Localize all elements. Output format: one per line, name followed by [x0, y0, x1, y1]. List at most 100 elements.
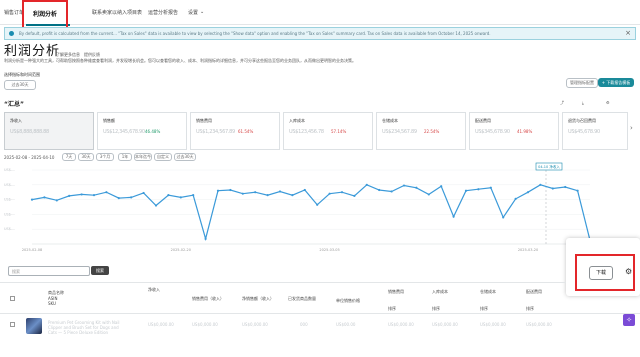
- data-point[interactable]: [43, 196, 46, 199]
- data-point[interactable]: [154, 204, 158, 207]
- col-sales-fee-rev[interactable]: 销售费用（收入）: [192, 296, 224, 302]
- data-point[interactable]: [452, 215, 455, 218]
- sort-label[interactable]: 排序: [480, 306, 488, 312]
- manage-metrics-button[interactable]: 管理指标配置: [566, 78, 598, 88]
- data-point[interactable]: [179, 196, 182, 199]
- data-point[interactable]: [502, 216, 505, 219]
- data-point[interactable]: [192, 194, 195, 197]
- data-point[interactable]: [266, 194, 269, 197]
- data-point[interactable]: [229, 188, 232, 192]
- metric-card-storage-cost[interactable]: 仓储成本 US$234,567.89 22.54%: [376, 112, 466, 150]
- data-point[interactable]: [216, 189, 220, 192]
- data-point[interactable]: [340, 191, 344, 194]
- data-point[interactable]: [80, 193, 83, 196]
- chevron-down-icon[interactable]: ⌄: [200, 9, 204, 15]
- nav-settings[interactable]: 设置: [188, 9, 198, 16]
- row-checkbox[interactable]: [10, 322, 15, 327]
- select-all-checkbox[interactable]: [10, 296, 15, 301]
- manage-metrics-label: 管理指标配置: [570, 80, 594, 85]
- data-point[interactable]: [316, 203, 319, 206]
- range-label: 7天: [65, 154, 73, 159]
- data-point[interactable]: [353, 194, 356, 197]
- data-point[interactable]: [551, 187, 554, 190]
- sort-label[interactable]: 排序: [388, 306, 396, 312]
- data-point[interactable]: [142, 191, 145, 195]
- nav-ops-report[interactable]: 运营分析报告: [148, 9, 178, 16]
- data-point[interactable]: [464, 189, 468, 192]
- metric-card-inbound-cost[interactable]: 入库成本 US$123,456.78 57.14%: [283, 112, 373, 150]
- col-sales-fees[interactable]: 销售费用: [388, 289, 404, 295]
- data-point[interactable]: [539, 183, 542, 186]
- data-point[interactable]: [514, 197, 517, 200]
- share-icon[interactable]: ⤴: [560, 100, 564, 106]
- download-report-button[interactable]: + 下载报告模板: [598, 78, 634, 87]
- data-point[interactable]: [241, 192, 244, 195]
- data-point[interactable]: [204, 237, 207, 240]
- metric-card-shipping[interactable]: 配送费用 US$345,678.90 41.98%: [469, 112, 559, 150]
- data-point[interactable]: [427, 193, 430, 196]
- col-net-sales[interactable]: 净销售额（收入）: [242, 296, 274, 302]
- data-point[interactable]: [117, 197, 120, 200]
- search-input[interactable]: 搜索: [8, 266, 90, 276]
- cell-net-sales: US$0,000.00: [242, 322, 268, 327]
- product-title[interactable]: Premium Pet Grooming Kit with Nail Clipp…: [48, 320, 128, 335]
- data-point[interactable]: [167, 194, 170, 197]
- data-point[interactable]: [378, 188, 381, 192]
- data-point[interactable]: [402, 184, 406, 187]
- sort-label[interactable]: 排序: [432, 306, 440, 312]
- col-units-shipped[interactable]: 已发货商品数量: [288, 296, 316, 302]
- date-chip[interactable]: 过去30天: [4, 80, 36, 90]
- search-button[interactable]: 搜索: [91, 266, 109, 275]
- x-tick-label: 2025-03-20: [518, 248, 538, 252]
- data-point[interactable]: [415, 186, 418, 189]
- data-point[interactable]: [390, 190, 393, 193]
- data-point[interactable]: [489, 186, 492, 189]
- col-sku: SKU: [48, 301, 56, 306]
- metric-card-sales-fees[interactable]: 销售费用 US$1,234,567.89 61.54%: [190, 112, 280, 150]
- download-report-label: + 下载报告模板: [601, 80, 631, 85]
- date-chip-label: 过去30天: [11, 82, 29, 87]
- card-label: 配送费用: [475, 118, 491, 123]
- data-point[interactable]: [365, 183, 368, 186]
- data-point[interactable]: [278, 190, 282, 193]
- chevron-right-icon[interactable]: ›: [630, 124, 633, 132]
- assistant-widget-icon[interactable]: ✧: [623, 314, 635, 326]
- col-net-revenue[interactable]: 净收入: [148, 287, 160, 293]
- card-label: 净收入: [10, 118, 22, 123]
- search-placeholder: 搜索: [12, 269, 20, 274]
- data-point[interactable]: [30, 198, 34, 201]
- data-point[interactable]: [303, 188, 306, 192]
- data-point[interactable]: [564, 185, 567, 189]
- x-tick-label: 2025-02-08: [22, 248, 42, 252]
- settings-icon[interactable]: ⚙: [606, 100, 610, 105]
- nav-sales-orders[interactable]: 销售订单: [4, 9, 24, 16]
- metric-card-returns[interactable]: 退货与召回费用 US$45,678.90: [562, 112, 628, 150]
- data-point[interactable]: [55, 199, 58, 202]
- col-inbound-cost[interactable]: 入库成本: [432, 289, 448, 295]
- data-point[interactable]: [477, 188, 480, 191]
- data-point[interactable]: [440, 185, 443, 188]
- data-point[interactable]: [576, 189, 579, 192]
- data-point[interactable]: [92, 194, 96, 197]
- data-point[interactable]: [526, 191, 530, 194]
- download-icon[interactable]: ⤓: [582, 100, 584, 105]
- range-label: 自定义: [157, 154, 169, 159]
- col-shipping[interactable]: 配送费用: [526, 289, 542, 295]
- y-tick-label: US$---: [4, 168, 16, 172]
- data-point[interactable]: [130, 196, 133, 199]
- nav-contact-seller[interactable]: 联系卖家以纳入项目表: [92, 9, 142, 16]
- data-point[interactable]: [254, 191, 257, 194]
- card-label: 退货与召回费用: [568, 118, 596, 123]
- close-icon[interactable]: ×: [625, 29, 631, 37]
- data-point[interactable]: [328, 192, 331, 195]
- col-unit-price[interactable]: 单位销售价格: [336, 298, 360, 304]
- data-point[interactable]: [105, 191, 108, 194]
- metric-card-sales[interactable]: 销售额 US$12,345,678.90 46.48%: [97, 112, 187, 150]
- col-storage-cost[interactable]: 仓储成本: [480, 289, 496, 295]
- metric-card-net-revenue[interactable]: 净收入 US$8,888,888.88: [4, 112, 94, 150]
- range-label: 3个月: [99, 154, 111, 159]
- data-point[interactable]: [291, 194, 294, 197]
- sort-label[interactable]: 排序: [526, 306, 534, 312]
- data-point[interactable]: [68, 194, 71, 197]
- card-label: 销售额: [103, 118, 115, 123]
